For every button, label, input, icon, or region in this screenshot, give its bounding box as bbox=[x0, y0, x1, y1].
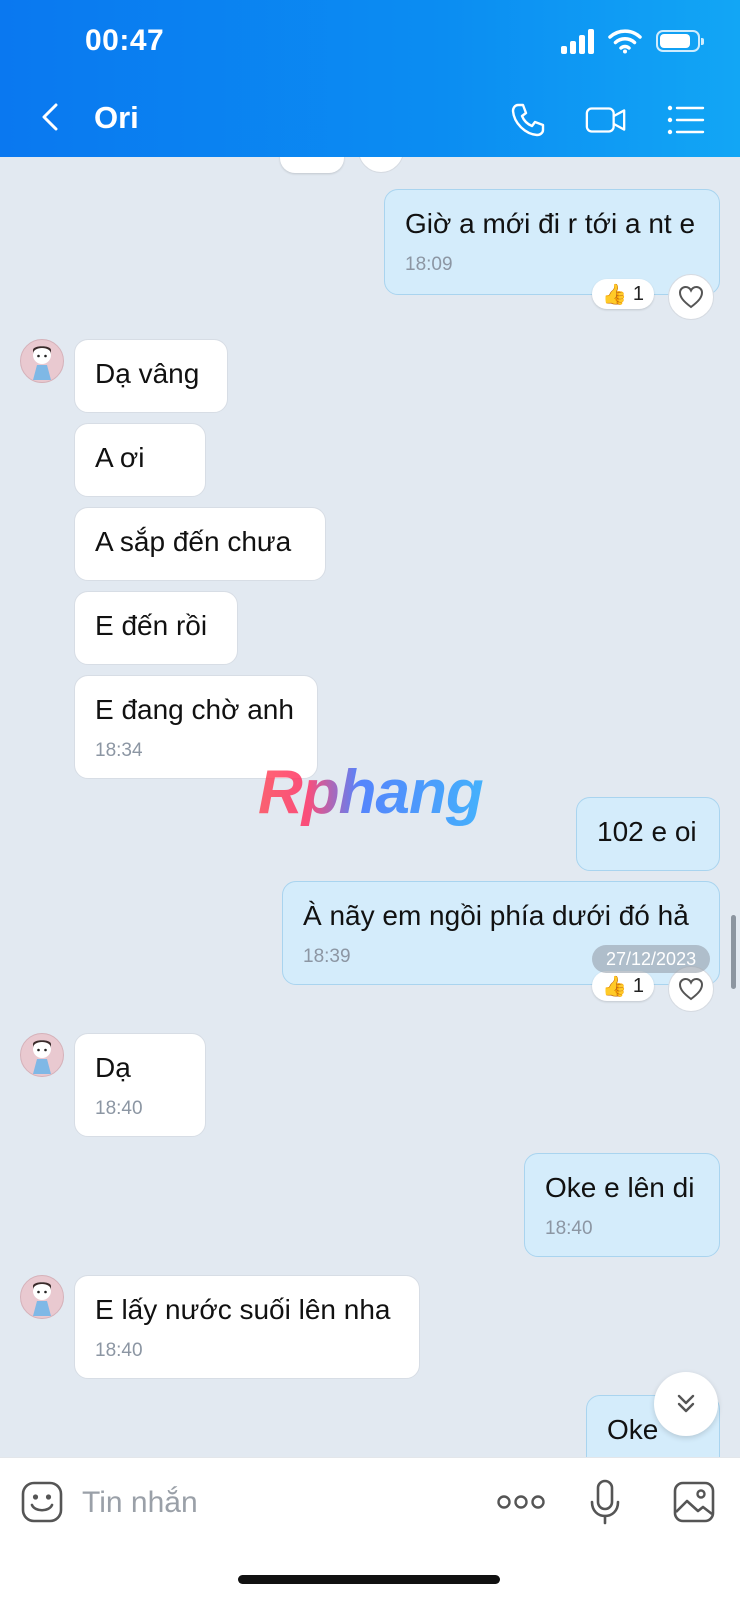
cellular-signal-icon bbox=[561, 28, 594, 54]
reaction-chip[interactable]: 👍 1 bbox=[592, 971, 655, 1001]
battery-icon bbox=[656, 30, 704, 52]
heart-icon bbox=[678, 285, 704, 309]
message-text: E đang chờ anh bbox=[95, 694, 294, 725]
microphone-icon[interactable] bbox=[588, 1478, 622, 1526]
message-bubble-incoming[interactable]: Dạ vâng bbox=[74, 339, 228, 413]
avatar[interactable] bbox=[20, 1033, 64, 1077]
message-text: À nãy em ngồi phía dưới đó hả bbox=[303, 900, 689, 931]
emoji-icon[interactable] bbox=[20, 1480, 64, 1524]
message-text: 102 e oi bbox=[597, 816, 697, 847]
message-bubble-outgoing[interactable]: 102 e oi bbox=[576, 797, 720, 871]
thumbs-up-reaction-icon: 👍 bbox=[602, 975, 627, 998]
message-text: E đến rồi bbox=[95, 610, 208, 641]
video-call-icon bbox=[585, 107, 626, 133]
message-bubble-incoming[interactable]: E đến rồi bbox=[74, 591, 238, 665]
message-bubble-incoming[interactable]: A ơi bbox=[74, 423, 206, 497]
back-arrow-icon[interactable] bbox=[36, 102, 66, 132]
message-bubble-outgoing[interactable]: Giờ a mới đi r tới a nt e 18:09 bbox=[384, 189, 720, 295]
contact-name[interactable]: Ori bbox=[94, 100, 139, 136]
chat-header: 00:47 Ori bbox=[0, 0, 740, 157]
message-text: A ơi bbox=[95, 442, 145, 473]
menu-list-icon bbox=[667, 105, 705, 135]
avatar[interactable] bbox=[20, 339, 64, 383]
message-time: 18:09 bbox=[405, 254, 453, 275]
reaction-chip-partial[interactable] bbox=[280, 157, 344, 173]
message-bubble-incoming[interactable]: Dạ 18:40 bbox=[74, 1033, 206, 1137]
status-icons bbox=[561, 28, 704, 54]
avatar[interactable] bbox=[20, 1275, 64, 1319]
react-heart-button[interactable] bbox=[668, 274, 714, 320]
avatar-cartoon-icon bbox=[33, 1282, 51, 1316]
scrollbar[interactable] bbox=[731, 915, 736, 989]
avatar-cartoon-icon bbox=[33, 1040, 51, 1074]
composer-bar bbox=[0, 1457, 740, 1601]
message-text: Oke e lên di bbox=[545, 1172, 695, 1203]
home-indicator bbox=[238, 1575, 500, 1584]
image-icon[interactable] bbox=[672, 1480, 716, 1524]
message-text: Dạ bbox=[95, 1052, 131, 1083]
message-bubble-incoming[interactable]: A sắp đến chưa bbox=[74, 507, 326, 581]
video-call-button[interactable] bbox=[584, 98, 628, 142]
heart-icon bbox=[678, 977, 704, 1001]
voice-call-button[interactable] bbox=[506, 98, 550, 142]
chevron-double-down-icon bbox=[677, 1394, 695, 1413]
message-bubble-incoming[interactable]: E lấy nước suối lên nha 18:40 bbox=[74, 1275, 420, 1379]
message-text: Dạ vâng bbox=[95, 358, 200, 389]
reaction-chip[interactable]: 👍 1 bbox=[592, 279, 655, 309]
message-text: A sắp đến chưa bbox=[95, 526, 292, 557]
message-input[interactable] bbox=[80, 1478, 464, 1528]
thumbs-up-reaction-icon: 👍 bbox=[602, 283, 627, 306]
scroll-to-bottom-button[interactable] bbox=[654, 1372, 718, 1436]
reaction-count: 1 bbox=[632, 974, 645, 997]
message-bubble-outgoing[interactable]: Oke e lên di 18:40 bbox=[524, 1153, 720, 1257]
phone-icon bbox=[511, 103, 545, 137]
message-text: Giờ a mới đi r tới a nt e bbox=[405, 208, 696, 239]
react-heart-button-partial[interactable] bbox=[358, 157, 404, 173]
message-time: 18:40 bbox=[95, 1340, 143, 1361]
message-text: Oke bbox=[607, 1414, 659, 1445]
date-badge: 27/12/2023 bbox=[592, 945, 711, 973]
reaction-count: 1 bbox=[632, 282, 645, 305]
avatar-cartoon-icon bbox=[33, 346, 51, 380]
message-list[interactable]: Giờ a mới đi r tới a nt e 18:09 👍 1 Dạ v… bbox=[0, 157, 740, 1457]
watermark-logo: Rphang bbox=[258, 758, 484, 827]
message-time: 18:40 bbox=[545, 1218, 593, 1239]
chat-options-button[interactable] bbox=[664, 98, 708, 142]
message-time: 18:40 bbox=[95, 1098, 143, 1119]
message-text: E lấy nước suối lên nha bbox=[95, 1294, 391, 1325]
wifi-icon bbox=[608, 29, 642, 54]
status-time: 00:47 bbox=[85, 24, 165, 57]
more-dots-icon[interactable] bbox=[496, 1484, 546, 1520]
